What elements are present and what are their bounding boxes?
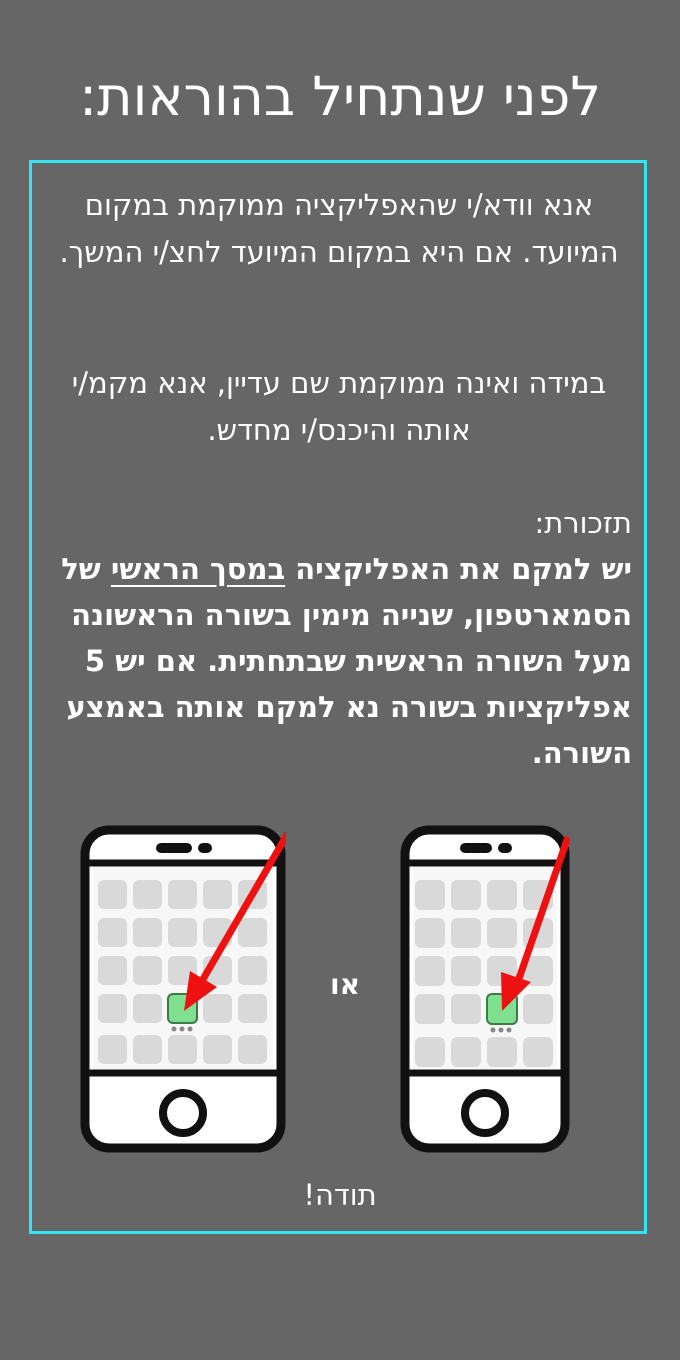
- thanks-text: תודה!: [303, 1178, 377, 1212]
- page-title: לפני שנתחיל בהוראות:: [78, 65, 602, 128]
- paragraph-verify-placement: אנא וודא/י שהאפליקציה ממוקמת במקום המיוע…: [59, 188, 619, 269]
- reminder-heading: תזכורת:: [534, 506, 632, 540]
- reminder-text-before: יש למקם את האפליקציה: [285, 552, 632, 586]
- phone-illustration-four-columns: [400, 825, 570, 1153]
- reminder-text: יש למקם את האפליקציה במסך הראשי של הסמאר…: [61, 552, 632, 770]
- reminder-underlined: במסך הראשי: [110, 552, 286, 586]
- paragraph-not-placed: במידה ואינה ממוקמת שם עדיין, אנא מקמ/י א…: [71, 366, 607, 447]
- phone-illustration-five-columns: [80, 825, 286, 1153]
- reminder-block: תזכורת: יש למקם את האפליקציה במסך הראשי …: [42, 500, 632, 776]
- or-label: או: [330, 968, 360, 1001]
